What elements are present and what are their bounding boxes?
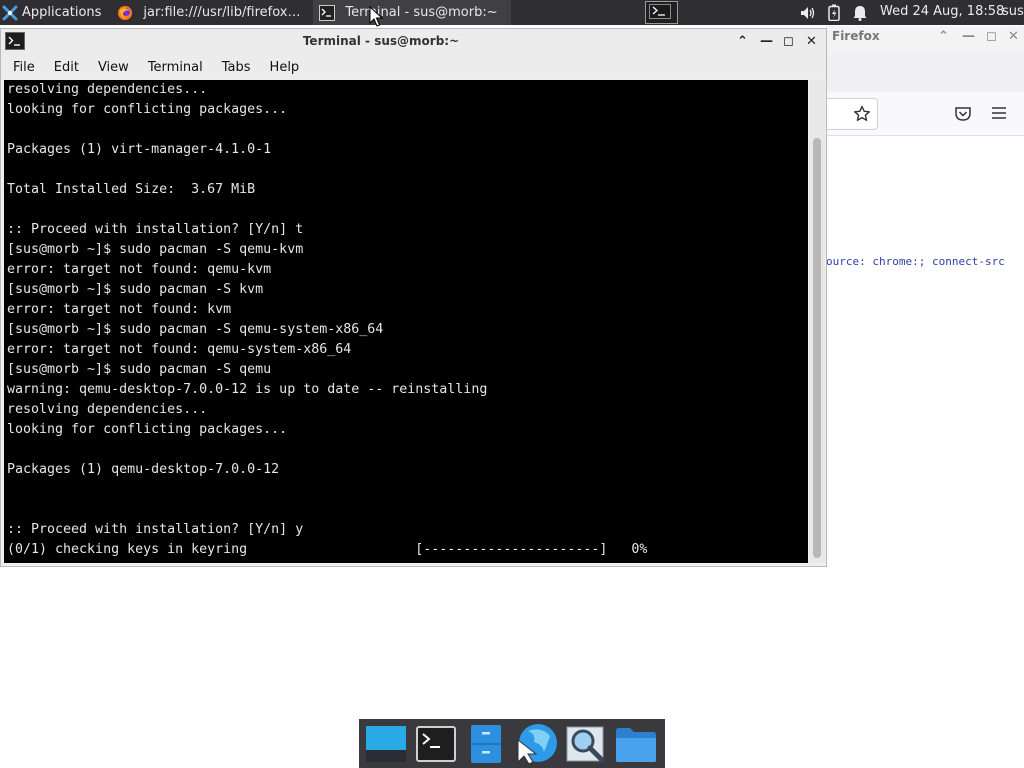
chevron-up-icon[interactable]: ⌃: [737, 34, 748, 49]
mouse-cursor-icon: [369, 6, 383, 27]
user-menu[interactable]: sus: [1002, 4, 1024, 19]
pocket-icon[interactable]: [954, 105, 972, 123]
battery-icon[interactable]: [821, 4, 847, 21]
terminal-window: Terminal - sus@morb:~ ⌃ — ◻ ✕ File Edit …: [0, 28, 827, 567]
dock-item-search[interactable]: [561, 719, 610, 768]
terminal-icon: [415, 725, 456, 762]
menu-terminal[interactable]: Terminal: [137, 60, 211, 75]
terminal-icon: [652, 6, 665, 16]
firefox-window-title: Firefox: [832, 29, 880, 43]
bookmark-star-icon[interactable]: [853, 105, 871, 123]
menu-file[interactable]: File: [1, 60, 43, 75]
page-source-text: ource: chrome:; connect-src: [826, 255, 1005, 268]
menu-view[interactable]: View: [87, 60, 137, 75]
dock-item-web-browser[interactable]: [511, 719, 560, 768]
hamburger-menu-icon[interactable]: [991, 106, 1007, 120]
menu-help[interactable]: Help: [259, 60, 308, 75]
taskbar-item-terminal[interactable]: Terminal - sus@morb:~: [313, 0, 512, 25]
top-panel: Applications jar:file:///usr/lib/firefox…: [0, 0, 1024, 25]
minimize-icon[interactable]: —: [962, 29, 975, 44]
terminal-menubar: File Edit View Terminal Tabs Help: [1, 55, 826, 79]
chevron-up-icon[interactable]: ⌃: [938, 29, 949, 44]
system-tray: [795, 0, 873, 25]
workspace-window-thumb: [649, 4, 671, 19]
search-icon: [566, 726, 604, 762]
dock-item-desktop[interactable]: [361, 719, 410, 768]
desktop-icon: [365, 725, 406, 762]
dock: [359, 719, 665, 768]
notification-bell-icon[interactable]: [847, 5, 873, 21]
applications-menu-button[interactable]: Applications: [0, 0, 107, 25]
dock-item-folder[interactable]: [611, 719, 660, 768]
terminal-window-title: Terminal - sus@morb:~: [302, 34, 460, 48]
close-button[interactable]: ✕: [806, 34, 817, 49]
workspace-switcher[interactable]: [645, 1, 678, 24]
terminal-text: resolving dependencies... looking for co…: [7, 82, 648, 557]
firefox-tab-strip: [826, 54, 1024, 92]
web-browser-icon: [517, 723, 557, 765]
volume-icon[interactable]: [795, 5, 821, 21]
file-manager-icon: [470, 724, 501, 763]
scrollbar-thumb[interactable]: [813, 138, 821, 558]
clock[interactable]: Wed 24 Aug, 18:58: [880, 4, 1004, 19]
dock-item-file-manager[interactable]: [461, 719, 510, 768]
taskbar-item-firefox[interactable]: jar:file:///usr/lib/firefox/bro...: [111, 0, 311, 25]
firefox-page-content: ource: chrome:; connect-src: [826, 137, 1024, 567]
firefox-window-titlebar: Firefox ⌃ — ◻ ✕: [826, 26, 1024, 54]
close-icon[interactable]: ✕: [1008, 29, 1019, 44]
menu-tabs[interactable]: Tabs: [211, 60, 259, 75]
maximize-icon[interactable]: ◻: [986, 29, 997, 44]
maximize-button[interactable]: ◻: [783, 34, 794, 49]
menu-edit[interactable]: Edit: [43, 60, 87, 75]
terminal-output[interactable]: resolving dependencies... looking for co…: [4, 80, 808, 563]
xfce-logo-icon: [2, 5, 18, 20]
terminal-scrollbar[interactable]: [809, 80, 825, 563]
terminal-icon: [319, 4, 336, 21]
terminal-titlebar[interactable]: Terminal - sus@morb:~ ⌃ — ◻ ✕: [1, 29, 826, 55]
firefox-toolbar: [826, 92, 1024, 136]
dock-item-terminal[interactable]: [411, 719, 460, 768]
firefox-icon: [118, 5, 133, 20]
minimize-button[interactable]: —: [760, 34, 773, 49]
taskbar-item-label: jar:file:///usr/lib/firefox/bro...: [143, 5, 303, 20]
applications-label: Applications: [22, 5, 102, 20]
folder-icon: [615, 727, 656, 762]
